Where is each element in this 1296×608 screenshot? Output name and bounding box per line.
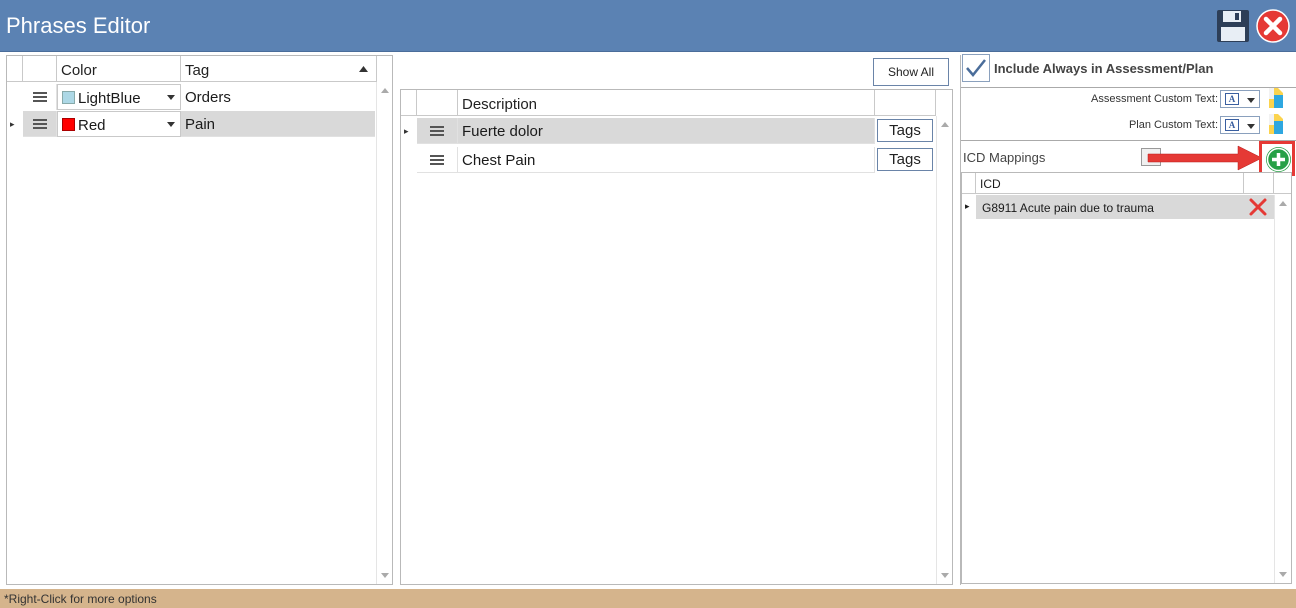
add-icd-highlight <box>1259 141 1295 176</box>
icd-mappings-grid: ICD ▸ G8911 Acute pain due to trauma <box>961 172 1292 584</box>
current-row-indicator-icon: ▸ <box>965 201 970 211</box>
sort-ascending-icon <box>359 66 368 72</box>
show-all-button[interactable]: Show All <box>873 58 949 86</box>
drag-handle-icon <box>430 155 444 165</box>
icd-column-header[interactable]: ICD <box>976 173 1244 194</box>
plus-icon <box>1266 147 1291 172</box>
include-always-checkbox[interactable] <box>962 54 990 82</box>
indicator-header <box>7 56 23 82</box>
chevron-down-icon <box>167 95 175 100</box>
handle-header <box>23 56 57 82</box>
tag-row[interactable]: LightBlue Orders <box>7 84 377 110</box>
chevron-down-icon <box>167 122 175 127</box>
close-icon[interactable] <box>1256 9 1290 43</box>
current-row-indicator-icon: ▸ <box>404 126 409 136</box>
title-bar: Phrases Editor <box>0 0 1296 52</box>
divider <box>961 87 1296 88</box>
tag-cell[interactable]: Orders <box>181 84 377 110</box>
checkmark-icon <box>966 59 986 77</box>
indicator-header <box>962 173 976 194</box>
drag-handle[interactable] <box>417 118 458 144</box>
color-swatch <box>62 91 75 104</box>
phrase-row[interactable]: Chest Pain Tags <box>401 147 936 173</box>
drag-handle[interactable] <box>23 84 57 110</box>
icd-grid-scrollbar[interactable] <box>1274 195 1290 583</box>
tags-cell: Tags <box>875 118 936 144</box>
assessment-format-dropdown[interactable]: A <box>1220 90 1260 108</box>
description-column-header[interactable]: Description <box>458 90 875 116</box>
tags-cell: Tags <box>875 147 936 173</box>
description-cell[interactable]: Fuerte dolor <box>458 118 875 144</box>
drag-handle[interactable] <box>23 111 57 137</box>
chevron-down-icon <box>1247 124 1255 129</box>
tags-grid-scrollbar[interactable] <box>376 82 392 584</box>
divider <box>961 140 1296 141</box>
indicator-header <box>401 90 417 116</box>
color-name: Red <box>78 117 106 134</box>
tag-column-header[interactable]: Tag <box>181 56 377 82</box>
custom-text-document-icon[interactable] <box>1266 87 1286 109</box>
save-icon[interactable] <box>1216 9 1250 43</box>
scroll-up-icon[interactable] <box>1279 201 1287 206</box>
tag-row-selected[interactable]: ▸ Red Pain <box>7 111 377 137</box>
color-swatch <box>62 118 75 131</box>
tags-button[interactable]: Tags <box>877 119 933 142</box>
scroll-up-icon[interactable] <box>381 88 389 93</box>
tags-grid: Color Tag LightBlue Orders ▸ Red Pain <box>6 55 393 585</box>
text-format-icon: A <box>1225 93 1239 105</box>
status-bar: *Right-Click for more options <box>0 589 1296 608</box>
phrases-grid-header: Description <box>401 90 936 116</box>
custom-text-document-icon[interactable] <box>1266 113 1286 135</box>
text-format-icon: A <box>1225 119 1239 131</box>
scroll-down-icon[interactable] <box>1279 572 1287 577</box>
include-always-label: Include Always in Assessment/Plan <box>994 61 1214 76</box>
delete-icon[interactable] <box>1248 197 1268 217</box>
drag-handle-icon <box>430 126 444 136</box>
tags-column-header <box>875 90 936 116</box>
tag-cell[interactable]: Pain <box>181 111 375 137</box>
color-dropdown[interactable]: LightBlue <box>57 84 181 110</box>
scroll-down-icon[interactable] <box>941 573 949 578</box>
tags-button[interactable]: Tags <box>877 148 933 171</box>
icd-cell: G8911 Acute pain due to trauma <box>982 201 1154 215</box>
tags-grid-header: Color Tag <box>7 56 377 82</box>
phrases-grid-scrollbar[interactable] <box>936 116 952 584</box>
assessment-custom-text-label: Assessment Custom Text: <box>1091 93 1218 105</box>
plan-custom-text-label: Plan Custom Text: <box>1128 119 1218 131</box>
chevron-down-icon <box>1247 98 1255 103</box>
drag-handle-icon <box>32 92 47 102</box>
color-column-header[interactable]: Color <box>57 56 181 82</box>
icd-row-selected[interactable]: G8911 Acute pain due to trauma <box>976 195 1274 219</box>
window-title: Phrases Editor <box>6 13 151 38</box>
phrases-grid: Description ▸ Fuerte dolor Tags Chest Pa… <box>400 89 953 585</box>
description-cell[interactable]: Chest Pain <box>458 147 875 173</box>
scroll-up-icon[interactable] <box>941 122 949 127</box>
scroll-down-icon[interactable] <box>381 573 389 578</box>
color-name: LightBlue <box>78 90 141 107</box>
delete-column-header <box>1244 173 1274 194</box>
status-text: *Right-Click for more options <box>4 592 157 606</box>
add-icd-button[interactable] <box>1266 147 1291 172</box>
icd-mappings-label: ICD Mappings <box>963 150 1046 165</box>
plan-format-dropdown[interactable]: A <box>1220 116 1260 134</box>
color-dropdown[interactable]: Red <box>57 111 181 137</box>
red-arrow-annotation-icon <box>1147 145 1263 171</box>
handle-header <box>417 90 458 116</box>
drag-handle-icon <box>32 119 47 129</box>
phrase-row-selected[interactable]: ▸ Fuerte dolor Tags <box>401 118 936 144</box>
icd-grid-header: ICD <box>962 173 1291 194</box>
drag-handle[interactable] <box>417 147 458 173</box>
current-row-indicator-icon: ▸ <box>10 119 15 129</box>
tag-column-label: Tag <box>185 62 210 79</box>
